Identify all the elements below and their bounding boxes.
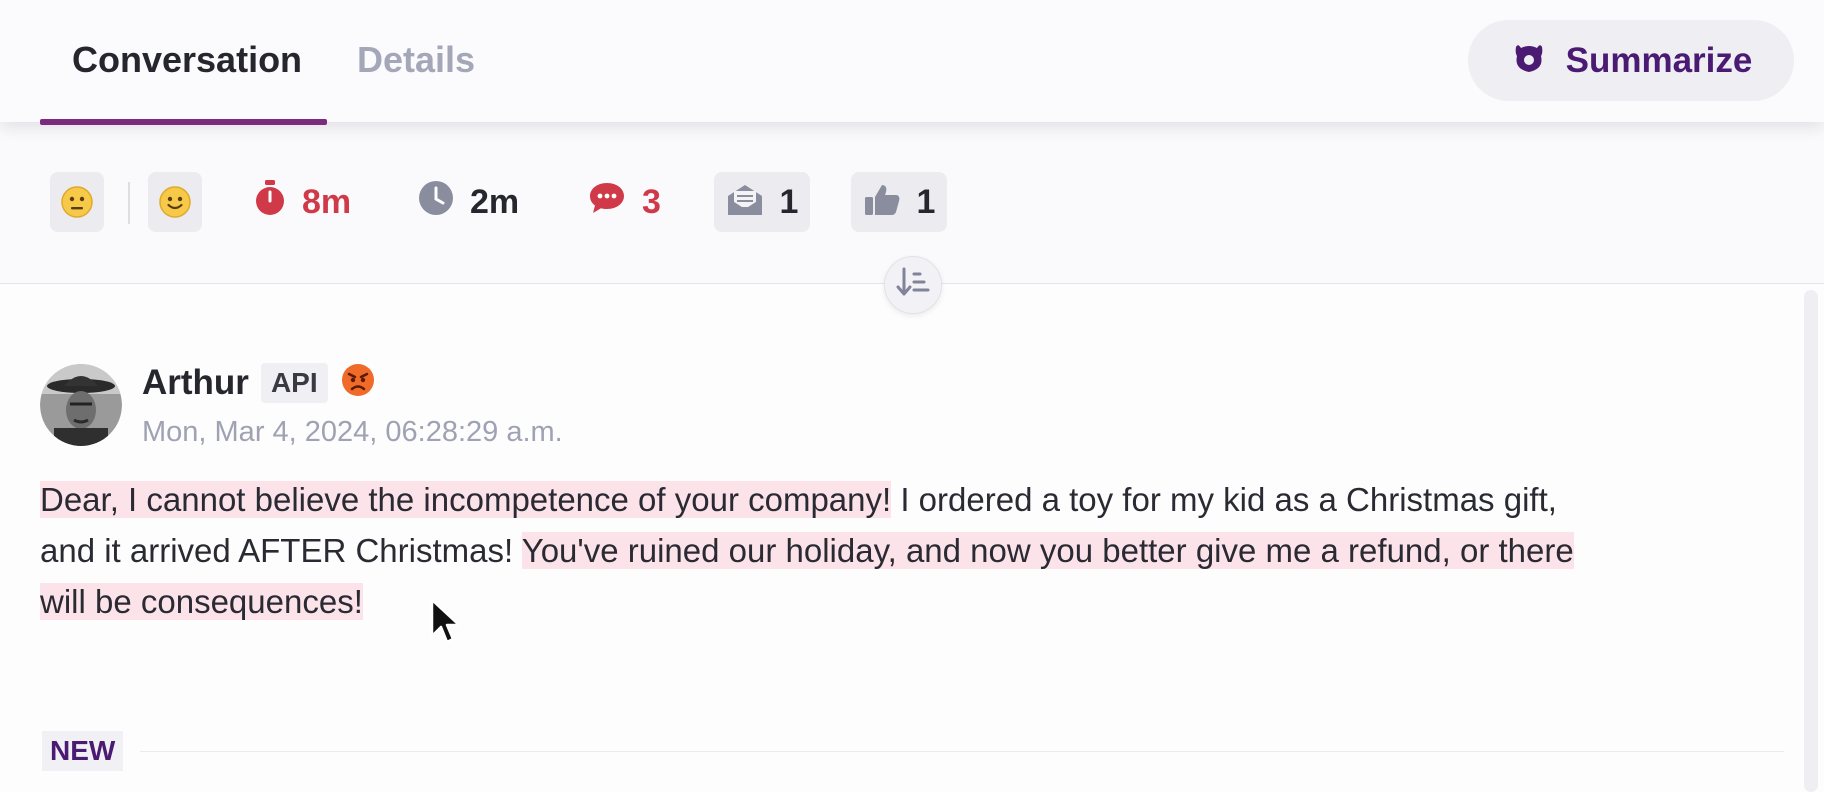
author-row: Arthur API [142,362,376,403]
likes-value: 1 [916,182,936,221]
first-response-value: 8m [302,182,352,221]
envelope-icon [726,183,764,222]
ai-sparkle-icon [1510,39,1548,82]
mouse-cursor-icon [430,598,462,651]
likes-stat[interactable]: 1 [851,172,947,232]
avatar [40,364,122,446]
messages-value: 3 [642,182,661,221]
tab-conversation[interactable]: Conversation [72,38,302,82]
summarize-button[interactable]: Summarize [1468,20,1794,101]
thumbs-up-icon [863,183,901,222]
chat-bubble-icon [588,181,626,224]
clock-icon [418,180,454,225]
messages-stat: 3 [588,172,661,232]
active-tab-indicator [40,119,327,125]
message-timestamp: Mon, Mar 4, 2024, 06:28:29 a.m. [142,416,563,448]
sort-order-button[interactable] [884,256,942,314]
neutral-face-icon[interactable] [50,172,104,232]
angry-face-icon [340,362,376,403]
sort-descending-icon [895,265,931,306]
first-response-stat: 8m [254,172,351,232]
summarize-label: Summarize [1565,40,1753,80]
smiling-face-icon[interactable] [148,172,202,232]
conversation-header: Conversation Details Summarize [0,0,1824,125]
avg-response-value: 2m [470,182,520,221]
stats-divider [128,182,130,224]
tab-details[interactable]: Details [357,38,475,82]
emails-stat[interactable]: 1 [714,172,810,232]
channel-badge: API [260,362,328,403]
stopwatch-icon [254,179,286,226]
emails-value: 1 [779,182,799,221]
avg-response-stat: 2m [418,172,519,232]
highlighted-text: Dear, I cannot believe the incompetence … [40,481,892,518]
new-divider-line [140,751,1784,752]
scrollbar[interactable] [1804,290,1818,792]
message-body: Dear, I cannot believe the incompetence … [40,474,1620,627]
author-name: Arthur [142,362,249,402]
new-divider-badge: NEW [42,731,124,771]
